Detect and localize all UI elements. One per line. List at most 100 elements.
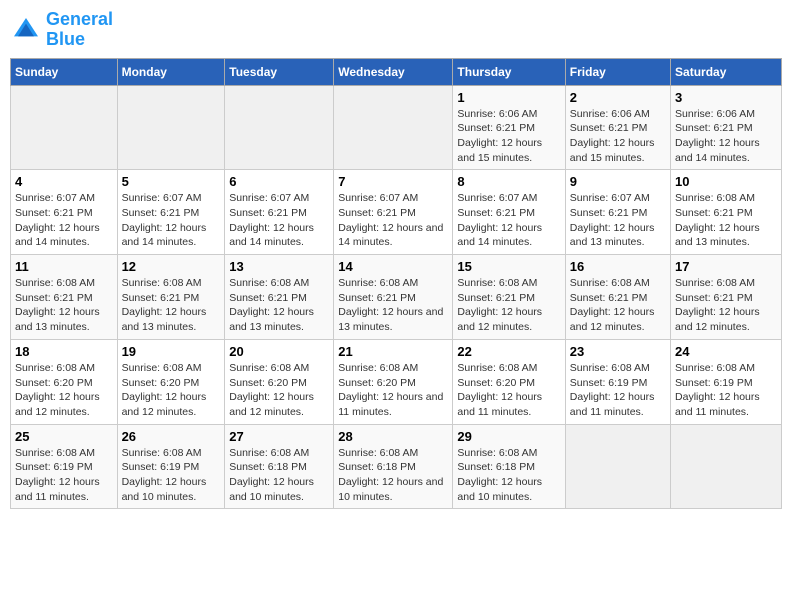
daylight: Daylight: 12 hours and 12 minutes. bbox=[15, 390, 113, 419]
daylight: Daylight: 12 hours and 13 minutes. bbox=[675, 221, 777, 250]
sunrise: Sunrise: 6:08 AM bbox=[570, 361, 666, 376]
daylight: Daylight: 12 hours and 12 minutes. bbox=[122, 390, 221, 419]
daylight: Daylight: 12 hours and 12 minutes. bbox=[457, 305, 560, 334]
logo-icon bbox=[10, 14, 42, 46]
day-header-monday: Monday bbox=[117, 58, 225, 85]
logo: GeneralBlue bbox=[10, 10, 113, 50]
sunrise: Sunrise: 6:06 AM bbox=[570, 107, 666, 122]
day-info: Sunrise: 6:08 AM Sunset: 6:21 PM Dayligh… bbox=[229, 276, 329, 335]
day-number: 16 bbox=[570, 259, 666, 274]
sunrise: Sunrise: 6:07 AM bbox=[570, 191, 666, 206]
day-number: 6 bbox=[229, 174, 329, 189]
day-cell: 16 Sunrise: 6:08 AM Sunset: 6:21 PM Dayl… bbox=[565, 255, 670, 340]
sunrise: Sunrise: 6:08 AM bbox=[457, 361, 560, 376]
day-number: 15 bbox=[457, 259, 560, 274]
sunset: Sunset: 6:21 PM bbox=[570, 206, 666, 221]
day-info: Sunrise: 6:08 AM Sunset: 6:20 PM Dayligh… bbox=[122, 361, 221, 420]
day-number: 28 bbox=[338, 429, 448, 444]
day-number: 27 bbox=[229, 429, 329, 444]
day-cell: 14 Sunrise: 6:08 AM Sunset: 6:21 PM Dayl… bbox=[334, 255, 453, 340]
sunrise: Sunrise: 6:08 AM bbox=[122, 361, 221, 376]
day-cell: 17 Sunrise: 6:08 AM Sunset: 6:21 PM Dayl… bbox=[671, 255, 782, 340]
sunset: Sunset: 6:21 PM bbox=[122, 206, 221, 221]
day-header-sunday: Sunday bbox=[11, 58, 118, 85]
sunset: Sunset: 6:21 PM bbox=[675, 291, 777, 306]
sunrise: Sunrise: 6:07 AM bbox=[15, 191, 113, 206]
sunrise: Sunrise: 6:07 AM bbox=[457, 191, 560, 206]
sunrise: Sunrise: 6:08 AM bbox=[675, 276, 777, 291]
day-info: Sunrise: 6:06 AM Sunset: 6:21 PM Dayligh… bbox=[570, 107, 666, 166]
day-number: 23 bbox=[570, 344, 666, 359]
day-cell: 28 Sunrise: 6:08 AM Sunset: 6:18 PM Dayl… bbox=[334, 424, 453, 509]
day-info: Sunrise: 6:07 AM Sunset: 6:21 PM Dayligh… bbox=[122, 191, 221, 250]
day-cell: 25 Sunrise: 6:08 AM Sunset: 6:19 PM Dayl… bbox=[11, 424, 118, 509]
day-header-tuesday: Tuesday bbox=[225, 58, 334, 85]
day-cell: 6 Sunrise: 6:07 AM Sunset: 6:21 PM Dayli… bbox=[225, 170, 334, 255]
week-row-1: 1 Sunrise: 6:06 AM Sunset: 6:21 PM Dayli… bbox=[11, 85, 782, 170]
sunset: Sunset: 6:20 PM bbox=[15, 376, 113, 391]
day-info: Sunrise: 6:08 AM Sunset: 6:20 PM Dayligh… bbox=[338, 361, 448, 420]
day-cell: 24 Sunrise: 6:08 AM Sunset: 6:19 PM Dayl… bbox=[671, 339, 782, 424]
day-info: Sunrise: 6:07 AM Sunset: 6:21 PM Dayligh… bbox=[229, 191, 329, 250]
day-cell: 23 Sunrise: 6:08 AM Sunset: 6:19 PM Dayl… bbox=[565, 339, 670, 424]
sunrise: Sunrise: 6:08 AM bbox=[338, 276, 448, 291]
day-cell: 11 Sunrise: 6:08 AM Sunset: 6:21 PM Dayl… bbox=[11, 255, 118, 340]
sunset: Sunset: 6:18 PM bbox=[338, 460, 448, 475]
day-header-saturday: Saturday bbox=[671, 58, 782, 85]
day-cell: 13 Sunrise: 6:08 AM Sunset: 6:21 PM Dayl… bbox=[225, 255, 334, 340]
page-header: GeneralBlue bbox=[10, 10, 782, 50]
day-cell: 9 Sunrise: 6:07 AM Sunset: 6:21 PM Dayli… bbox=[565, 170, 670, 255]
sunrise: Sunrise: 6:08 AM bbox=[675, 361, 777, 376]
daylight: Daylight: 12 hours and 11 minutes. bbox=[675, 390, 777, 419]
sunset: Sunset: 6:21 PM bbox=[15, 291, 113, 306]
daylight: Daylight: 12 hours and 15 minutes. bbox=[457, 136, 560, 165]
daylight: Daylight: 12 hours and 10 minutes. bbox=[338, 475, 448, 504]
sunrise: Sunrise: 6:08 AM bbox=[122, 276, 221, 291]
sunset: Sunset: 6:20 PM bbox=[338, 376, 448, 391]
day-info: Sunrise: 6:08 AM Sunset: 6:19 PM Dayligh… bbox=[15, 446, 113, 505]
daylight: Daylight: 12 hours and 13 minutes. bbox=[338, 305, 448, 334]
day-number: 12 bbox=[122, 259, 221, 274]
week-row-2: 4 Sunrise: 6:07 AM Sunset: 6:21 PM Dayli… bbox=[11, 170, 782, 255]
daylight: Daylight: 12 hours and 11 minutes. bbox=[570, 390, 666, 419]
day-number: 3 bbox=[675, 90, 777, 105]
sunset: Sunset: 6:19 PM bbox=[570, 376, 666, 391]
day-cell: 12 Sunrise: 6:08 AM Sunset: 6:21 PM Dayl… bbox=[117, 255, 225, 340]
sunrise: Sunrise: 6:08 AM bbox=[229, 361, 329, 376]
sunset: Sunset: 6:19 PM bbox=[122, 460, 221, 475]
sunrise: Sunrise: 6:08 AM bbox=[15, 361, 113, 376]
calendar-header: SundayMondayTuesdayWednesdayThursdayFrid… bbox=[11, 58, 782, 85]
daylight: Daylight: 12 hours and 14 minutes. bbox=[457, 221, 560, 250]
daylight: Daylight: 12 hours and 12 minutes. bbox=[229, 390, 329, 419]
sunrise: Sunrise: 6:08 AM bbox=[675, 191, 777, 206]
daylight: Daylight: 12 hours and 15 minutes. bbox=[570, 136, 666, 165]
day-number: 10 bbox=[675, 174, 777, 189]
day-cell: 1 Sunrise: 6:06 AM Sunset: 6:21 PM Dayli… bbox=[453, 85, 565, 170]
sunset: Sunset: 6:21 PM bbox=[675, 121, 777, 136]
day-info: Sunrise: 6:08 AM Sunset: 6:18 PM Dayligh… bbox=[338, 446, 448, 505]
day-number: 24 bbox=[675, 344, 777, 359]
daylight: Daylight: 12 hours and 14 minutes. bbox=[338, 221, 448, 250]
day-number: 26 bbox=[122, 429, 221, 444]
daylight: Daylight: 12 hours and 11 minutes. bbox=[338, 390, 448, 419]
daylight: Daylight: 12 hours and 14 minutes. bbox=[229, 221, 329, 250]
day-info: Sunrise: 6:08 AM Sunset: 6:19 PM Dayligh… bbox=[122, 446, 221, 505]
day-cell: 7 Sunrise: 6:07 AM Sunset: 6:21 PM Dayli… bbox=[334, 170, 453, 255]
day-info: Sunrise: 6:06 AM Sunset: 6:21 PM Dayligh… bbox=[457, 107, 560, 166]
sunrise: Sunrise: 6:08 AM bbox=[15, 276, 113, 291]
daylight: Daylight: 12 hours and 12 minutes. bbox=[570, 305, 666, 334]
day-number: 11 bbox=[15, 259, 113, 274]
daylight: Daylight: 12 hours and 13 minutes. bbox=[229, 305, 329, 334]
day-info: Sunrise: 6:08 AM Sunset: 6:20 PM Dayligh… bbox=[457, 361, 560, 420]
sunset: Sunset: 6:21 PM bbox=[122, 291, 221, 306]
day-cell: 10 Sunrise: 6:08 AM Sunset: 6:21 PM Dayl… bbox=[671, 170, 782, 255]
day-number: 25 bbox=[15, 429, 113, 444]
day-info: Sunrise: 6:08 AM Sunset: 6:21 PM Dayligh… bbox=[675, 191, 777, 250]
day-number: 18 bbox=[15, 344, 113, 359]
day-cell: 22 Sunrise: 6:08 AM Sunset: 6:20 PM Dayl… bbox=[453, 339, 565, 424]
day-info: Sunrise: 6:08 AM Sunset: 6:18 PM Dayligh… bbox=[457, 446, 560, 505]
week-row-4: 18 Sunrise: 6:08 AM Sunset: 6:20 PM Dayl… bbox=[11, 339, 782, 424]
day-header-friday: Friday bbox=[565, 58, 670, 85]
daylight: Daylight: 12 hours and 11 minutes. bbox=[15, 475, 113, 504]
sunset: Sunset: 6:18 PM bbox=[229, 460, 329, 475]
